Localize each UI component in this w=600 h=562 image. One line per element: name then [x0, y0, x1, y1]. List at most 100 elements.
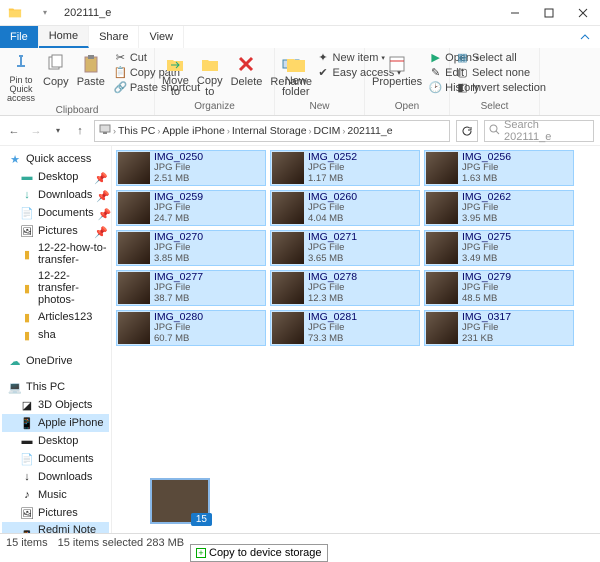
thumbnail	[426, 152, 458, 184]
invert-selection-button[interactable]: ◧Invert selection	[454, 80, 548, 95]
tab-view[interactable]: View	[139, 26, 184, 48]
file-tile[interactable]: IMG_0280JPG File60.7 MB	[116, 310, 266, 346]
sidebar-item-quickaccess[interactable]: ★Quick access	[2, 150, 109, 168]
properties-icon	[385, 52, 409, 76]
sidebar-item-pictures2[interactable]: 🖼Pictures	[2, 504, 109, 522]
select-all-button[interactable]: ▦Select all	[454, 50, 548, 65]
move-to-button[interactable]: Move to	[159, 50, 192, 100]
maximize-button[interactable]	[532, 0, 566, 26]
sidebar-item-onedrive[interactable]: ☁OneDrive	[2, 352, 109, 370]
breadcrumb[interactable]: › This PC› Apple iPhone› Internal Storag…	[94, 120, 450, 142]
search-input[interactable]: Search 202111_e	[484, 120, 594, 142]
thumbnail	[118, 312, 150, 344]
sidebar-item-downloads[interactable]: ↓Downloads📌	[2, 186, 109, 204]
paste-button[interactable]: Paste	[74, 50, 108, 90]
sidebar-item-folder2[interactable]: ▮12-22-transfer-photos-	[2, 268, 109, 308]
selectall-icon: ▦	[456, 51, 469, 64]
select-none-button[interactable]: ▢Select none	[454, 65, 548, 80]
sidebar-item-downloads2[interactable]: ↓Downloads	[2, 468, 109, 486]
plus-icon: +	[196, 548, 206, 558]
pin-icon: 📌	[96, 190, 106, 200]
close-button[interactable]	[566, 0, 600, 26]
nav-forward-button[interactable]: →	[28, 123, 44, 139]
drag-preview: 15	[150, 478, 210, 524]
file-tile[interactable]: IMG_0271JPG File3.65 MB	[270, 230, 420, 266]
folder-icon: ▮	[20, 328, 34, 342]
file-size: 3.65 MB	[308, 254, 357, 264]
file-size: 3.95 MB	[462, 214, 511, 224]
sidebar-item-folder1[interactable]: ▮12-22-how-to-transfer-	[2, 240, 109, 268]
pin-quickaccess-button[interactable]: Pin to Quick access	[4, 50, 38, 105]
sidebar-item-thispc[interactable]: 💻This PC	[2, 378, 109, 396]
tab-share[interactable]: Share	[89, 26, 139, 48]
breadcrumb-seg[interactable]: This PC	[118, 125, 155, 137]
file-tile[interactable]: IMG_0252JPG File1.17 MB	[270, 150, 420, 186]
moveto-icon	[163, 52, 187, 76]
ribbon-collapse-button[interactable]	[570, 26, 600, 48]
properties-button[interactable]: Properties	[369, 50, 425, 90]
sidebar-item-music[interactable]: ♪Music	[2, 486, 109, 504]
file-tile[interactable]: IMG_0256JPG File1.63 MB	[424, 150, 574, 186]
pin-icon	[9, 52, 33, 76]
file-tile[interactable]: IMG_0275JPG File3.49 MB	[424, 230, 574, 266]
breadcrumb-seg[interactable]: 202111_e	[347, 125, 392, 137]
edit-icon: ✎	[429, 66, 442, 79]
file-size: 2.51 MB	[154, 174, 203, 184]
drag-tooltip: + Copy to device storage	[190, 544, 328, 562]
sidebar-item-apple-iphone[interactable]: 📱Apple iPhone	[2, 414, 109, 432]
file-tile[interactable]: IMG_0277JPG File38.7 MB	[116, 270, 266, 306]
file-tile[interactable]: IMG_0260JPG File4.04 MB	[270, 190, 420, 226]
sidebar-item-desktop2[interactable]: ▬Desktop	[2, 432, 109, 450]
nav-history-button[interactable]: ▾	[50, 123, 66, 139]
sidebar-item-3d[interactable]: ◪3D Objects	[2, 396, 109, 414]
sidebar-item-desktop[interactable]: ▬Desktop📌	[2, 168, 109, 186]
breadcrumb-seg[interactable]: Internal Storage	[232, 125, 307, 137]
desktop-icon: ▬	[20, 170, 34, 184]
thumbnail	[272, 152, 304, 184]
newfolder-icon	[284, 52, 308, 76]
sidebar-item-redmi[interactable]: 📱Redmi Note 9S	[2, 522, 109, 533]
group-open-label: Open	[369, 101, 445, 113]
file-tile[interactable]: IMG_0270JPG File3.85 MB	[116, 230, 266, 266]
file-tile[interactable]: IMG_0279JPG File48.5 MB	[424, 270, 574, 306]
phone-icon: 📱	[20, 416, 34, 430]
thumbnail	[426, 312, 458, 344]
drag-count-badge: 15	[191, 513, 212, 526]
file-tile[interactable]: IMG_0278JPG File12.3 MB	[270, 270, 420, 306]
path-icon: 📋	[114, 66, 127, 79]
newitem-icon: ✦	[317, 51, 330, 64]
group-organize-label: Organize	[159, 101, 270, 113]
delete-button[interactable]: Delete	[228, 50, 266, 90]
group-new-label: New	[279, 101, 360, 113]
refresh-button[interactable]	[456, 120, 478, 142]
folder-icon: ▮	[20, 247, 34, 261]
file-tile[interactable]: IMG_0317JPG File231 KB	[424, 310, 574, 346]
nav-back-button[interactable]: ←	[6, 123, 22, 139]
file-tile[interactable]: IMG_0250JPG File2.51 MB	[116, 150, 266, 186]
doc-icon: 📄	[20, 206, 34, 220]
tab-home[interactable]: Home	[39, 26, 89, 48]
file-grid[interactable]: IMG_0250JPG File2.51 MBIMG_0252JPG File1…	[112, 146, 600, 533]
sidebar-item-pictures[interactable]: 🖼Pictures📌	[2, 222, 109, 240]
new-folder-button[interactable]: New folder	[279, 50, 313, 100]
pc-icon	[99, 123, 111, 138]
copy-to-button[interactable]: Copy to	[194, 50, 226, 100]
sidebar-item-documents[interactable]: 📄Documents📌	[2, 204, 109, 222]
file-tile[interactable]: IMG_0259JPG File24.7 MB	[116, 190, 266, 226]
group-select-label: Select	[454, 101, 535, 113]
group-clipboard-label: Clipboard	[4, 105, 150, 116]
sidebar-item-articles[interactable]: ▮Articles123	[2, 308, 109, 326]
sidebar-item-documents2[interactable]: 📄Documents	[2, 450, 109, 468]
breadcrumb-seg[interactable]: Apple iPhone	[162, 125, 224, 137]
file-tile[interactable]: IMG_0262JPG File3.95 MB	[424, 190, 574, 226]
file-tile[interactable]: IMG_0281JPG File73.3 MB	[270, 310, 420, 346]
music-icon: ♪	[20, 488, 34, 502]
tab-file[interactable]: File	[0, 26, 39, 48]
thumbnail	[118, 232, 150, 264]
breadcrumb-seg[interactable]: DCIM	[314, 125, 341, 137]
copy-button[interactable]: Copy	[40, 50, 72, 90]
nav-up-button[interactable]: ↑	[72, 123, 88, 139]
sidebar-item-sha[interactable]: ▮sha	[2, 326, 109, 344]
minimize-button[interactable]	[498, 0, 532, 26]
folder-icon: ▮	[20, 281, 34, 295]
